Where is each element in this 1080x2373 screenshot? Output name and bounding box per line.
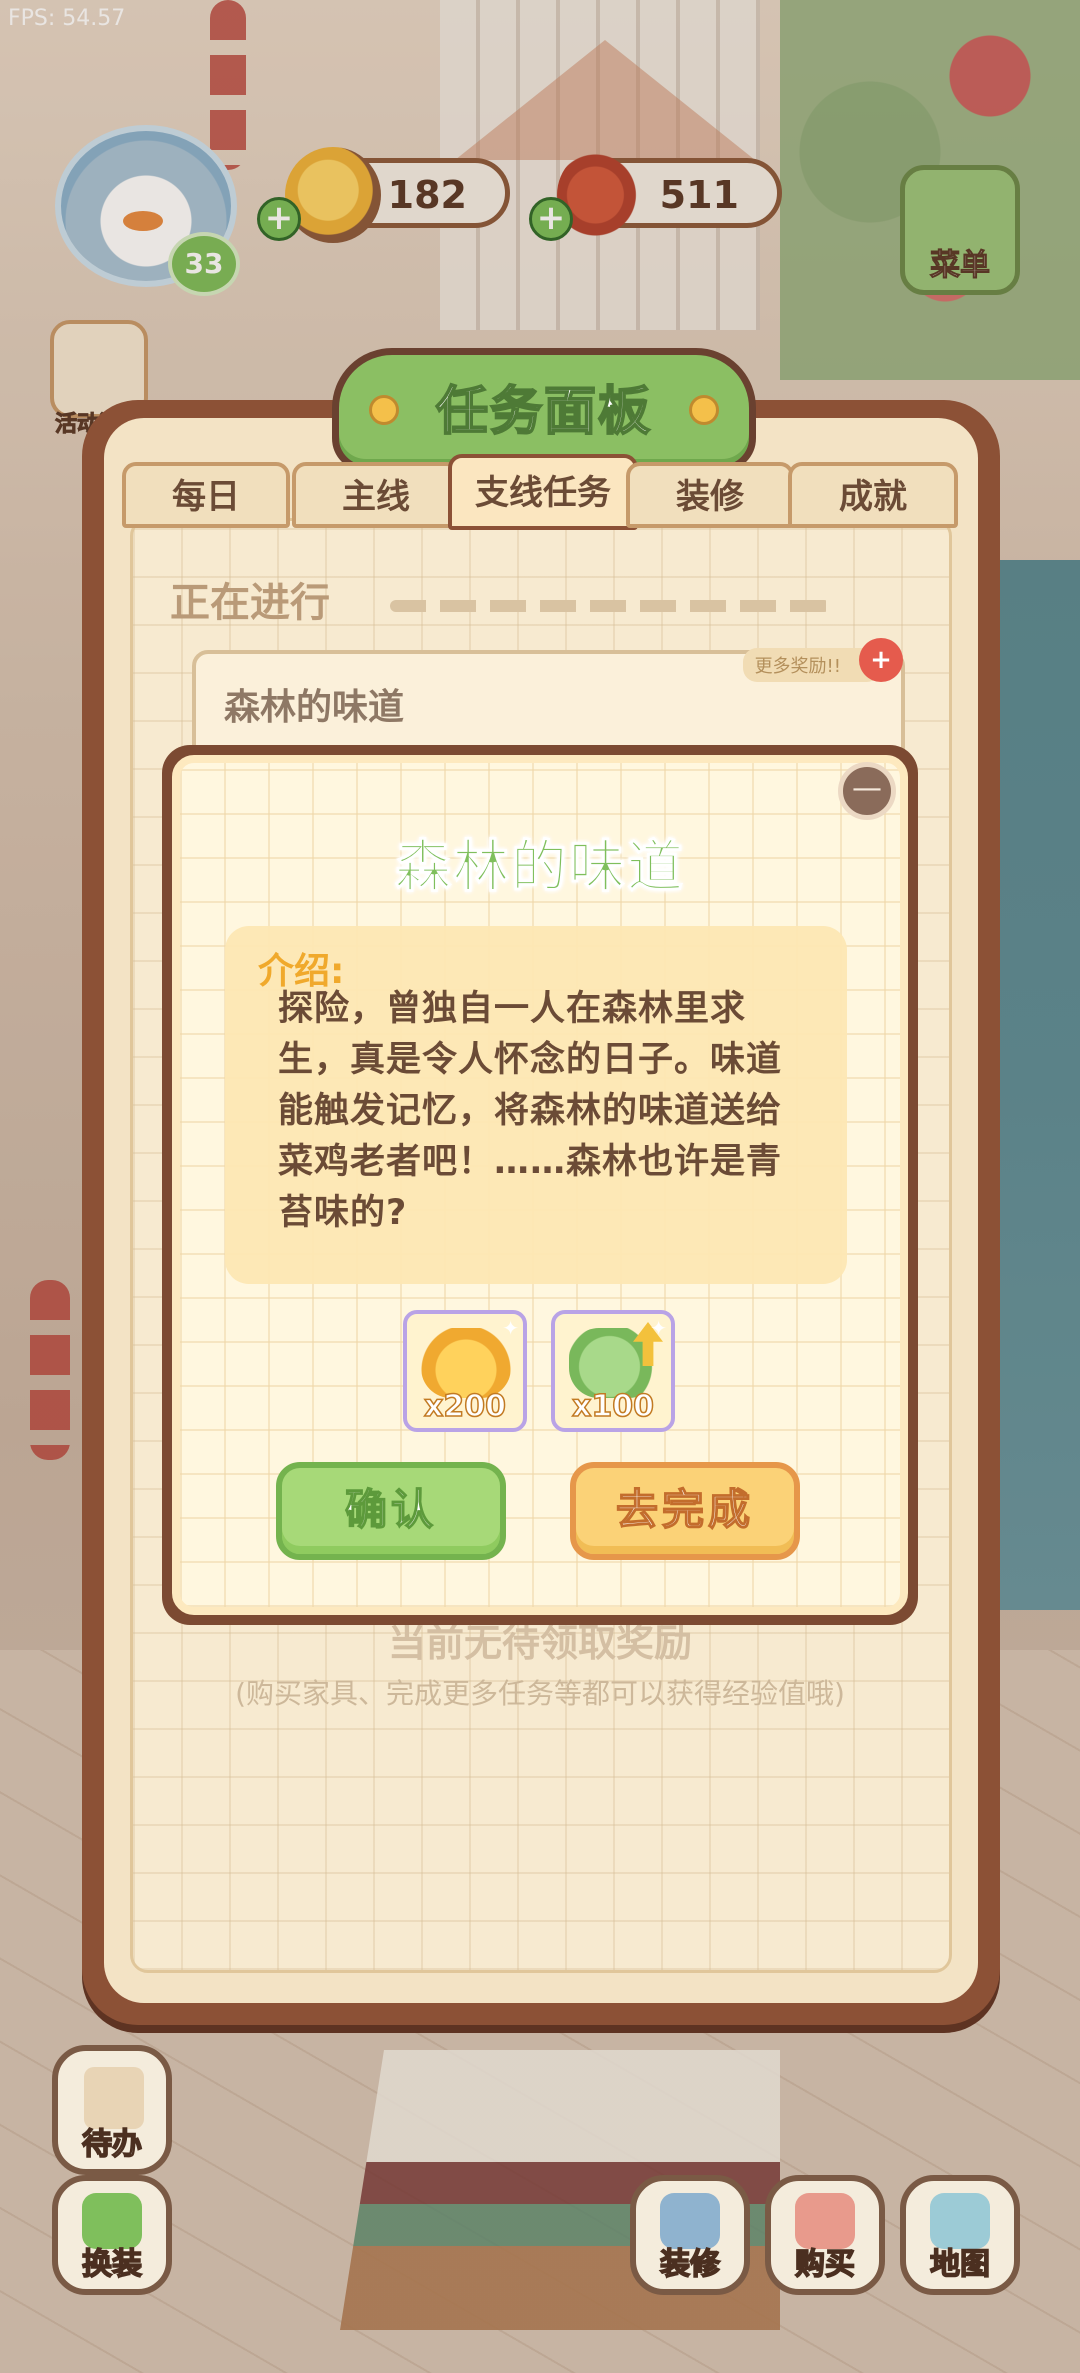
dress-up-button[interactable]: 换装: [52, 2175, 172, 2295]
exp-hint-text: (购买家具、完成更多任务等都可以获得经验值哦): [235, 1677, 845, 1710]
in-progress-heading: 正在进行: [170, 580, 330, 626]
decorate-label: 装修: [659, 2246, 721, 2283]
buy-button[interactable]: 购买: [765, 2175, 885, 2295]
todo-button[interactable]: 待办: [52, 2045, 172, 2175]
task-card-name: 森林的味道: [224, 687, 405, 728]
dress-up-label: 换装: [81, 2246, 143, 2283]
reward-gold[interactable]: ✦ x200: [403, 1310, 527, 1432]
buy-label: 购买: [794, 2246, 856, 2283]
sparkle-icon: ✦: [650, 1316, 667, 1340]
confirm-button[interactable]: 确认: [276, 1462, 506, 1560]
in-progress-divider: [390, 600, 830, 612]
reward-exp-quantity: x100: [571, 1388, 654, 1425]
tab-decorate[interactable]: 装修: [626, 462, 794, 528]
reward-exp[interactable]: ✦ x100: [551, 1310, 675, 1432]
map-label: 地图: [929, 2246, 991, 2283]
tab-side-quests[interactable]: 支线任务: [448, 454, 638, 530]
close-icon[interactable]: —: [838, 762, 896, 820]
todo-label: 待办: [81, 2126, 143, 2163]
tab-achievements[interactable]: 成就: [788, 462, 958, 528]
tab-main[interactable]: 主线: [292, 462, 460, 528]
intro-description: 探险，曾独自一人在森林里求生，真是令人怀念的日子。味道能触发记忆，将森林的味道送…: [278, 989, 783, 1233]
task-tabs: 每日 主线 支线任务 装修 成就: [122, 454, 958, 536]
sparkle-icon: ✦: [502, 1316, 519, 1340]
more-rewards-icon[interactable]: +: [859, 638, 903, 682]
modal-title: 森林的味道: [395, 835, 685, 901]
decorate-button[interactable]: 装修: [630, 2175, 750, 2295]
go-complete-button[interactable]: 去完成: [570, 1462, 800, 1560]
tab-daily[interactable]: 每日: [122, 462, 290, 528]
map-button[interactable]: 地图: [900, 2175, 1020, 2295]
reward-gold-quantity: x200: [423, 1388, 506, 1425]
task-panel-title: 任务面板: [435, 381, 652, 443]
gold-coins-icon: [421, 1328, 511, 1398]
